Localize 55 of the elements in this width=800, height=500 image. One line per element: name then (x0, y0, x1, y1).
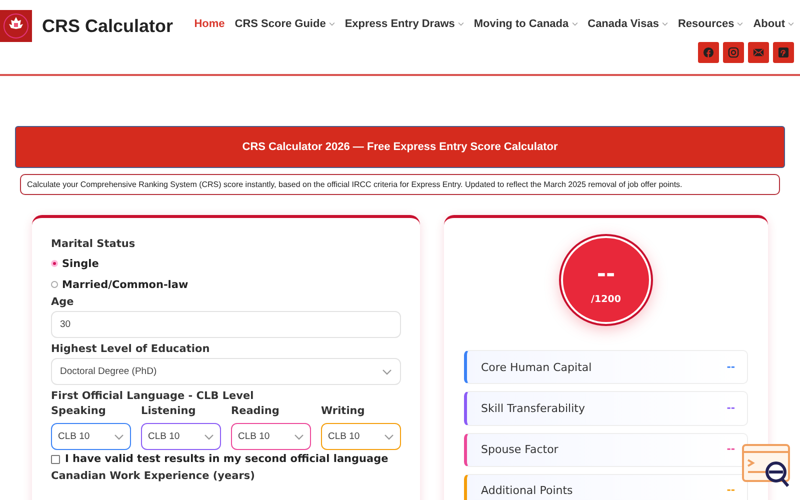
description-text: Calculate your Comprehensive Ranking System (CRS) score instantly, based on the official IRCC criteria for Express Entry. Updated to reflect the March 2025 removal of job offer points. (20, 174, 780, 195)
field-label: Listening (141, 405, 197, 417)
banner-title: CRS Calculator 2026 — Free Express Entry Score Calculator (242, 141, 558, 153)
nav-link[interactable]: CRS Score Guide (234, 18, 335, 30)
breakdown-label: Core Human Capital (481, 360, 592, 374)
social-button[interactable] (723, 42, 744, 63)
field-label: Marital Status (51, 238, 136, 250)
field-label: Age (51, 296, 75, 308)
breakdown-label: Skill Transferability (481, 402, 585, 415)
mail-icon (753, 47, 764, 58)
pinterest-icon (778, 47, 789, 58)
instagram-icon (728, 47, 739, 58)
chevron-down-icon (382, 368, 392, 374)
field-label: First Official Language - CLB Level (51, 390, 255, 402)
field-label: Canadian Work Experience (years) (51, 470, 256, 482)
field-label: Reading (231, 405, 280, 417)
social-button[interactable] (773, 42, 794, 63)
checkbox-label: I have valid test results in my second official language (65, 453, 388, 465)
nav-link[interactable]: About (753, 18, 794, 30)
chevron-down-icon (204, 434, 214, 440)
chevron-down-icon (294, 434, 304, 440)
breakdown-value: -- (726, 444, 735, 456)
clb-select[interactable]: CLB 10 (321, 423, 401, 450)
site-title[interactable]: CRS Calculator (42, 16, 174, 37)
nav-link[interactable]: Canada Visas (588, 18, 668, 30)
chevron-down-icon (384, 434, 394, 440)
age-input[interactable]: 30 (51, 311, 401, 338)
nav-link[interactable]: Resources (678, 18, 744, 30)
score-value: -- (596, 264, 616, 286)
nav-link[interactable]: Moving to Canada (474, 18, 578, 30)
breakdown-label: Additional Points (481, 484, 573, 498)
chevron-down-icon (114, 434, 124, 440)
breakdown-label: Spouse Factor (481, 443, 558, 456)
breakdown-value: -- (726, 402, 735, 414)
score-max: /1200 (591, 294, 621, 305)
field-label: Speaking (51, 405, 107, 417)
field-label: Highest Level of Education (51, 343, 211, 355)
nav-link[interactable]: Home (194, 18, 225, 30)
social-button[interactable] (698, 42, 719, 63)
checkbox[interactable] (51, 454, 60, 464)
education-select[interactable]: Doctoral Degree (PhD) (51, 358, 401, 385)
clb-select[interactable]: CLB 10 (51, 423, 131, 450)
radio-button[interactable] (51, 260, 58, 267)
facebook-icon (703, 47, 714, 58)
radio-label: Single (62, 258, 99, 270)
breakdown-value: -- (726, 362, 735, 373)
breakdown-value: -- (726, 485, 735, 496)
field-label: Writing (321, 405, 366, 417)
clb-select[interactable]: CLB 10 (141, 423, 221, 450)
nav-link[interactable]: Express Entry Draws (344, 18, 464, 30)
radio-label: Married/Common-law (62, 278, 188, 290)
radio-button[interactable] (51, 281, 58, 288)
code-search-icon[interactable] (742, 444, 790, 488)
clb-select[interactable]: CLB 10 (231, 423, 311, 450)
social-button[interactable] (748, 42, 769, 63)
